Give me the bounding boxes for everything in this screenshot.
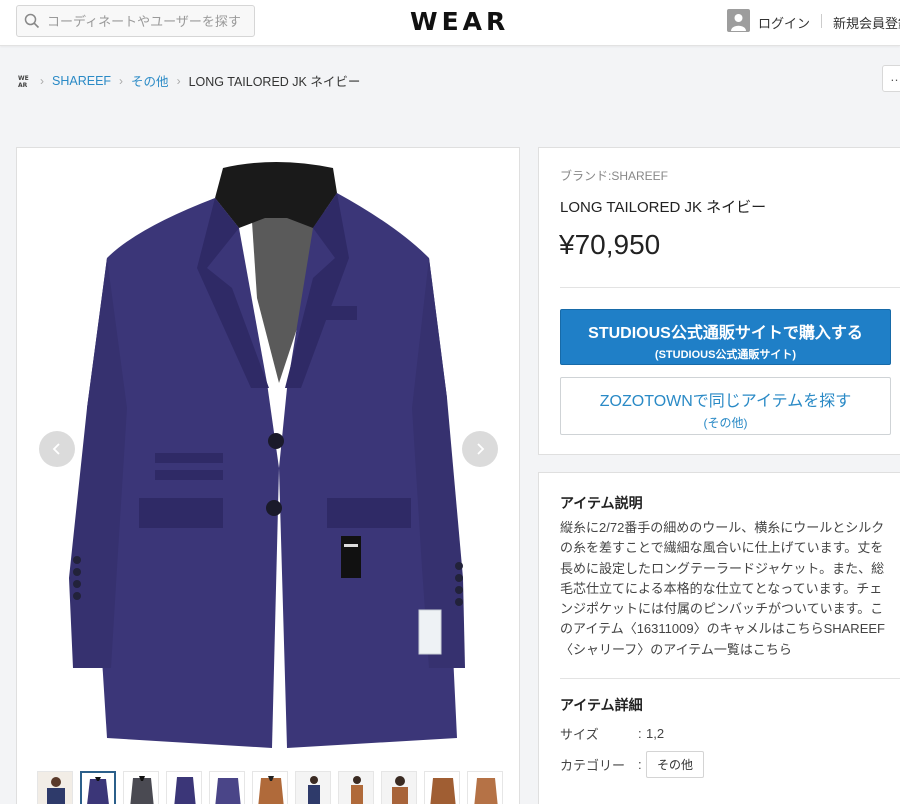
item-description-box: アイテム説明 縦糸に2/72番手の細めのウール、横糸にウールとシルクの糸を差すこ…: [538, 472, 900, 804]
thumbnail-camel-jacket-3[interactable]: [467, 771, 503, 804]
user-avatar-icon[interactable]: [727, 9, 750, 32]
thumbnail-camel-coordinate[interactable]: [338, 771, 374, 804]
product-main-image[interactable]: [17, 148, 519, 768]
more-options-button[interactable]: …: [882, 65, 900, 92]
login-link[interactable]: ログイン: [758, 13, 810, 32]
brand-label[interactable]: ブランド:SHAREEF: [560, 167, 668, 184]
thumbnail-navy-jacket-side[interactable]: [166, 771, 202, 804]
zozotown-button-sublabel: (その他): [703, 416, 748, 430]
chevron-right-icon: ›: [176, 73, 181, 88]
divider: [560, 287, 900, 288]
thumbnail-navy-coordinate[interactable]: [37, 771, 73, 804]
previous-image-button[interactable]: [39, 431, 75, 467]
thumbnail-gray-jacket[interactable]: [123, 771, 159, 804]
purchase-box: ブランド:SHAREEF LONG TAILORED JK ネイビー ¥70,9…: [538, 147, 900, 455]
thumbnail-navy-coordinate-2[interactable]: [295, 771, 331, 804]
thumbnail-navy-jacket[interactable]: [80, 771, 116, 804]
thumbnail-camel-jacket-2[interactable]: [424, 771, 460, 804]
search-icon[interactable]: [17, 6, 47, 36]
product-image-panel: [16, 147, 520, 804]
thumbnail-camel-coordinate-2[interactable]: [381, 771, 417, 804]
chevron-left-icon: [52, 443, 60, 455]
description-text: 縦糸に2/72番手の細めのウール、横糸にウールとシルクの糸を差すことで繊細な風合…: [560, 520, 885, 657]
chevron-right-icon: [477, 443, 485, 455]
header-divider: [821, 14, 822, 28]
site-logo[interactable]: WEAR: [410, 7, 509, 36]
colon: :: [638, 757, 642, 772]
category-row: カテゴリー : その他: [560, 751, 705, 778]
svg-text:WE: WE: [18, 75, 29, 82]
breadcrumb-home-icon[interactable]: WE AR: [18, 74, 32, 88]
buy-button-sublabel: (STUDIOUS公式通販サイト): [654, 349, 797, 361]
colon: :: [638, 726, 642, 741]
breadcrumb-category[interactable]: その他: [131, 71, 169, 90]
breadcrumb-brand[interactable]: SHAREEF: [52, 74, 111, 88]
search-box[interactable]: [16, 5, 255, 37]
next-image-button[interactable]: [462, 431, 498, 467]
product-name: LONG TAILORED JK ネイビー: [560, 199, 767, 216]
thumbnail-navy-jacket-back[interactable]: [209, 771, 245, 804]
register-link[interactable]: 新規会員登録: [833, 13, 900, 32]
size-value: 1,2: [646, 726, 665, 741]
thumbnail-strip: [37, 771, 503, 804]
size-label: サイズ: [560, 727, 599, 742]
product-price: ¥70,950: [559, 229, 661, 260]
buy-official-site-button[interactable]: STUDIOUS公式通販サイトで購入する (STUDIOUS公式通販サイト): [560, 309, 891, 365]
size-row: サイズ : 1,2: [560, 724, 664, 743]
category-label: カテゴリー: [560, 758, 626, 773]
svg-text:AR: AR: [18, 82, 28, 88]
description-heading: アイテム説明: [560, 495, 643, 511]
thumbnail-camel-jacket[interactable]: [252, 771, 288, 804]
chevron-right-icon: ›: [40, 73, 44, 88]
site-header: WEAR ログイン 新規会員登録: [0, 0, 900, 46]
zozotown-button-label: ZOZOTOWNで同じアイテムを探す: [599, 393, 852, 410]
breadcrumb-current: LONG TAILORED JK ネイビー: [188, 75, 361, 89]
zozotown-search-button[interactable]: ZOZOTOWNで同じアイテムを探す (その他): [560, 377, 891, 435]
details-heading: アイテム詳細: [560, 697, 643, 713]
category-tag[interactable]: その他: [646, 751, 705, 778]
search-input[interactable]: [47, 13, 247, 29]
buy-button-label: STUDIOUS公式通販サイトで購入する: [588, 325, 863, 342]
chevron-right-icon: ›: [119, 73, 124, 88]
breadcrumb: WE AR › SHAREEF › その他 › LONG TAILORED JK …: [18, 71, 360, 90]
divider: [560, 678, 900, 679]
